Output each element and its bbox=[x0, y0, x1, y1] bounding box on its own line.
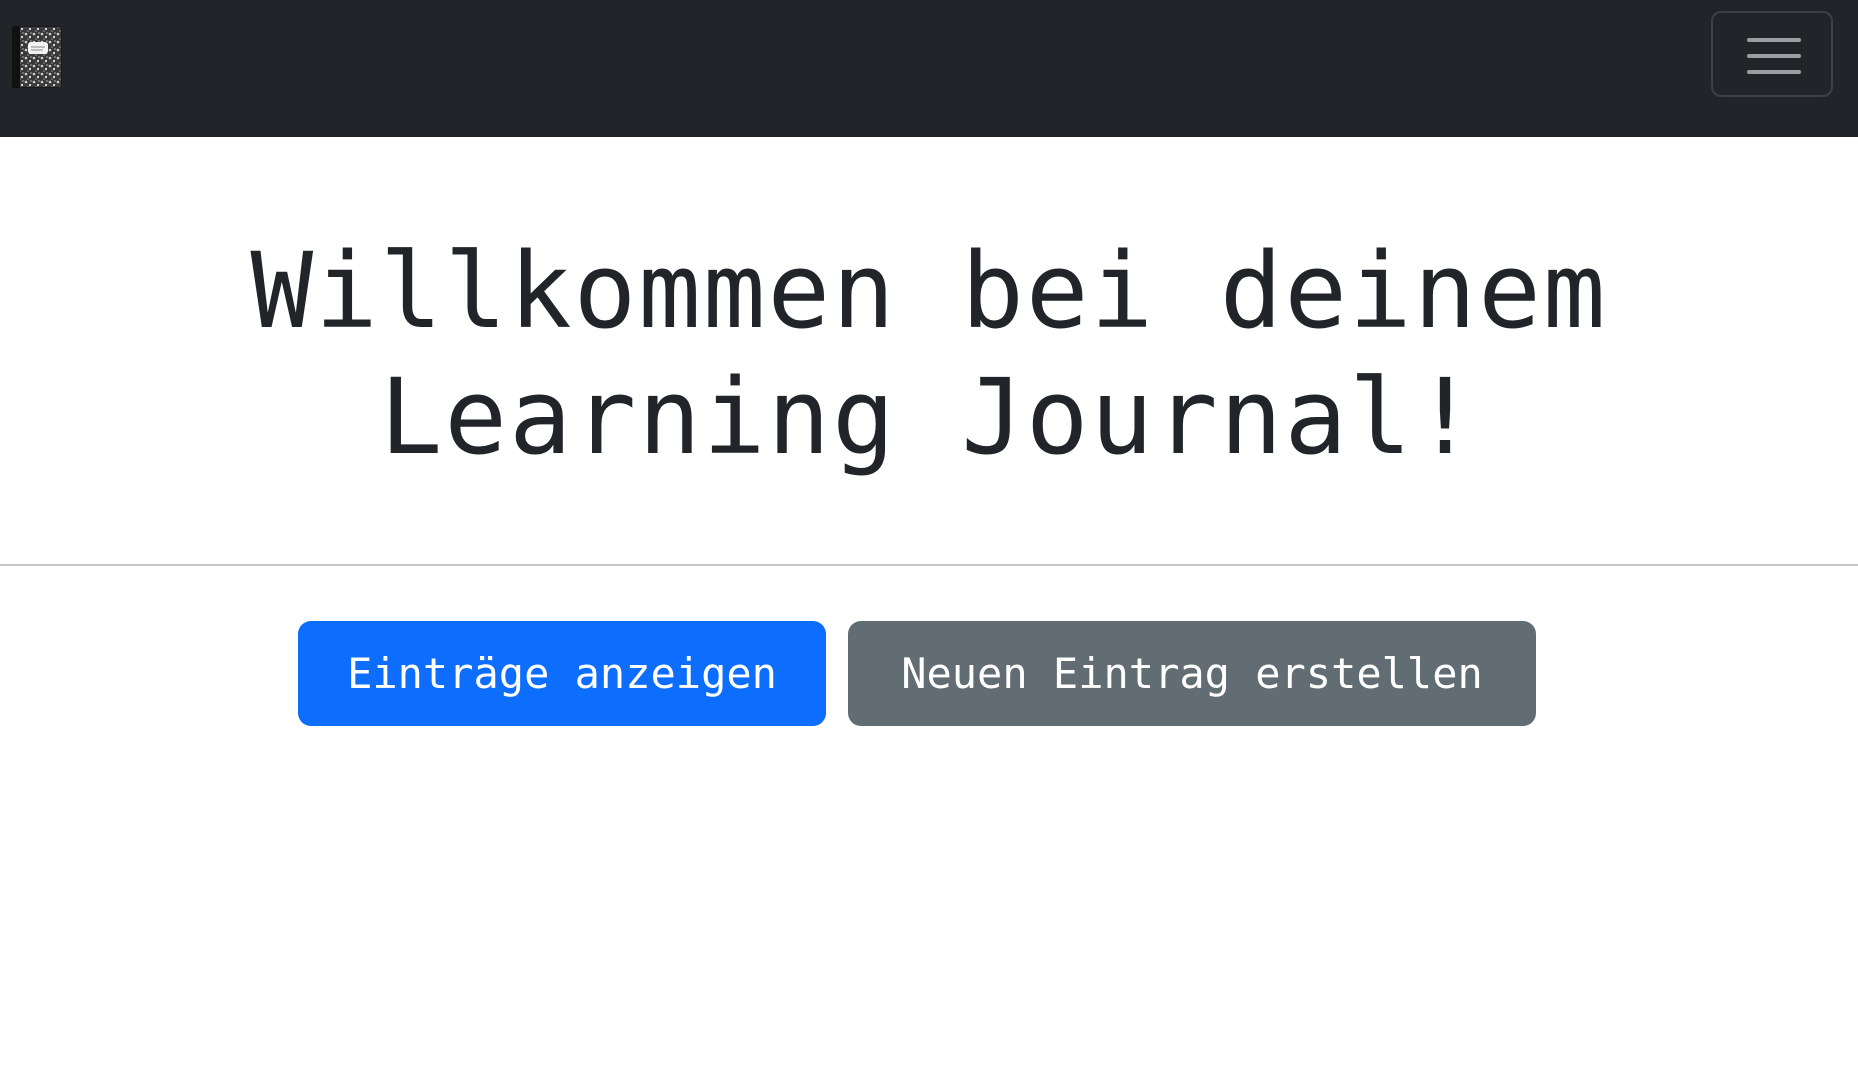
brand-logo-link[interactable] bbox=[8, 24, 64, 90]
page-title-line-1: Willkommen bei deinem bbox=[250, 230, 1608, 352]
page-title-line-2: Learning Journal! bbox=[379, 356, 1479, 478]
divider bbox=[0, 564, 1858, 566]
create-entry-button[interactable]: Neuen Eintrag erstellen bbox=[848, 621, 1536, 726]
top-navbar bbox=[0, 0, 1858, 137]
page-title: Willkommen bei deinem Learning Journal! bbox=[0, 228, 1858, 480]
view-entries-button[interactable]: Einträge anzeigen bbox=[298, 621, 826, 726]
composition-notebook-icon bbox=[12, 26, 62, 88]
navbar-toggler-button[interactable] bbox=[1711, 11, 1833, 97]
